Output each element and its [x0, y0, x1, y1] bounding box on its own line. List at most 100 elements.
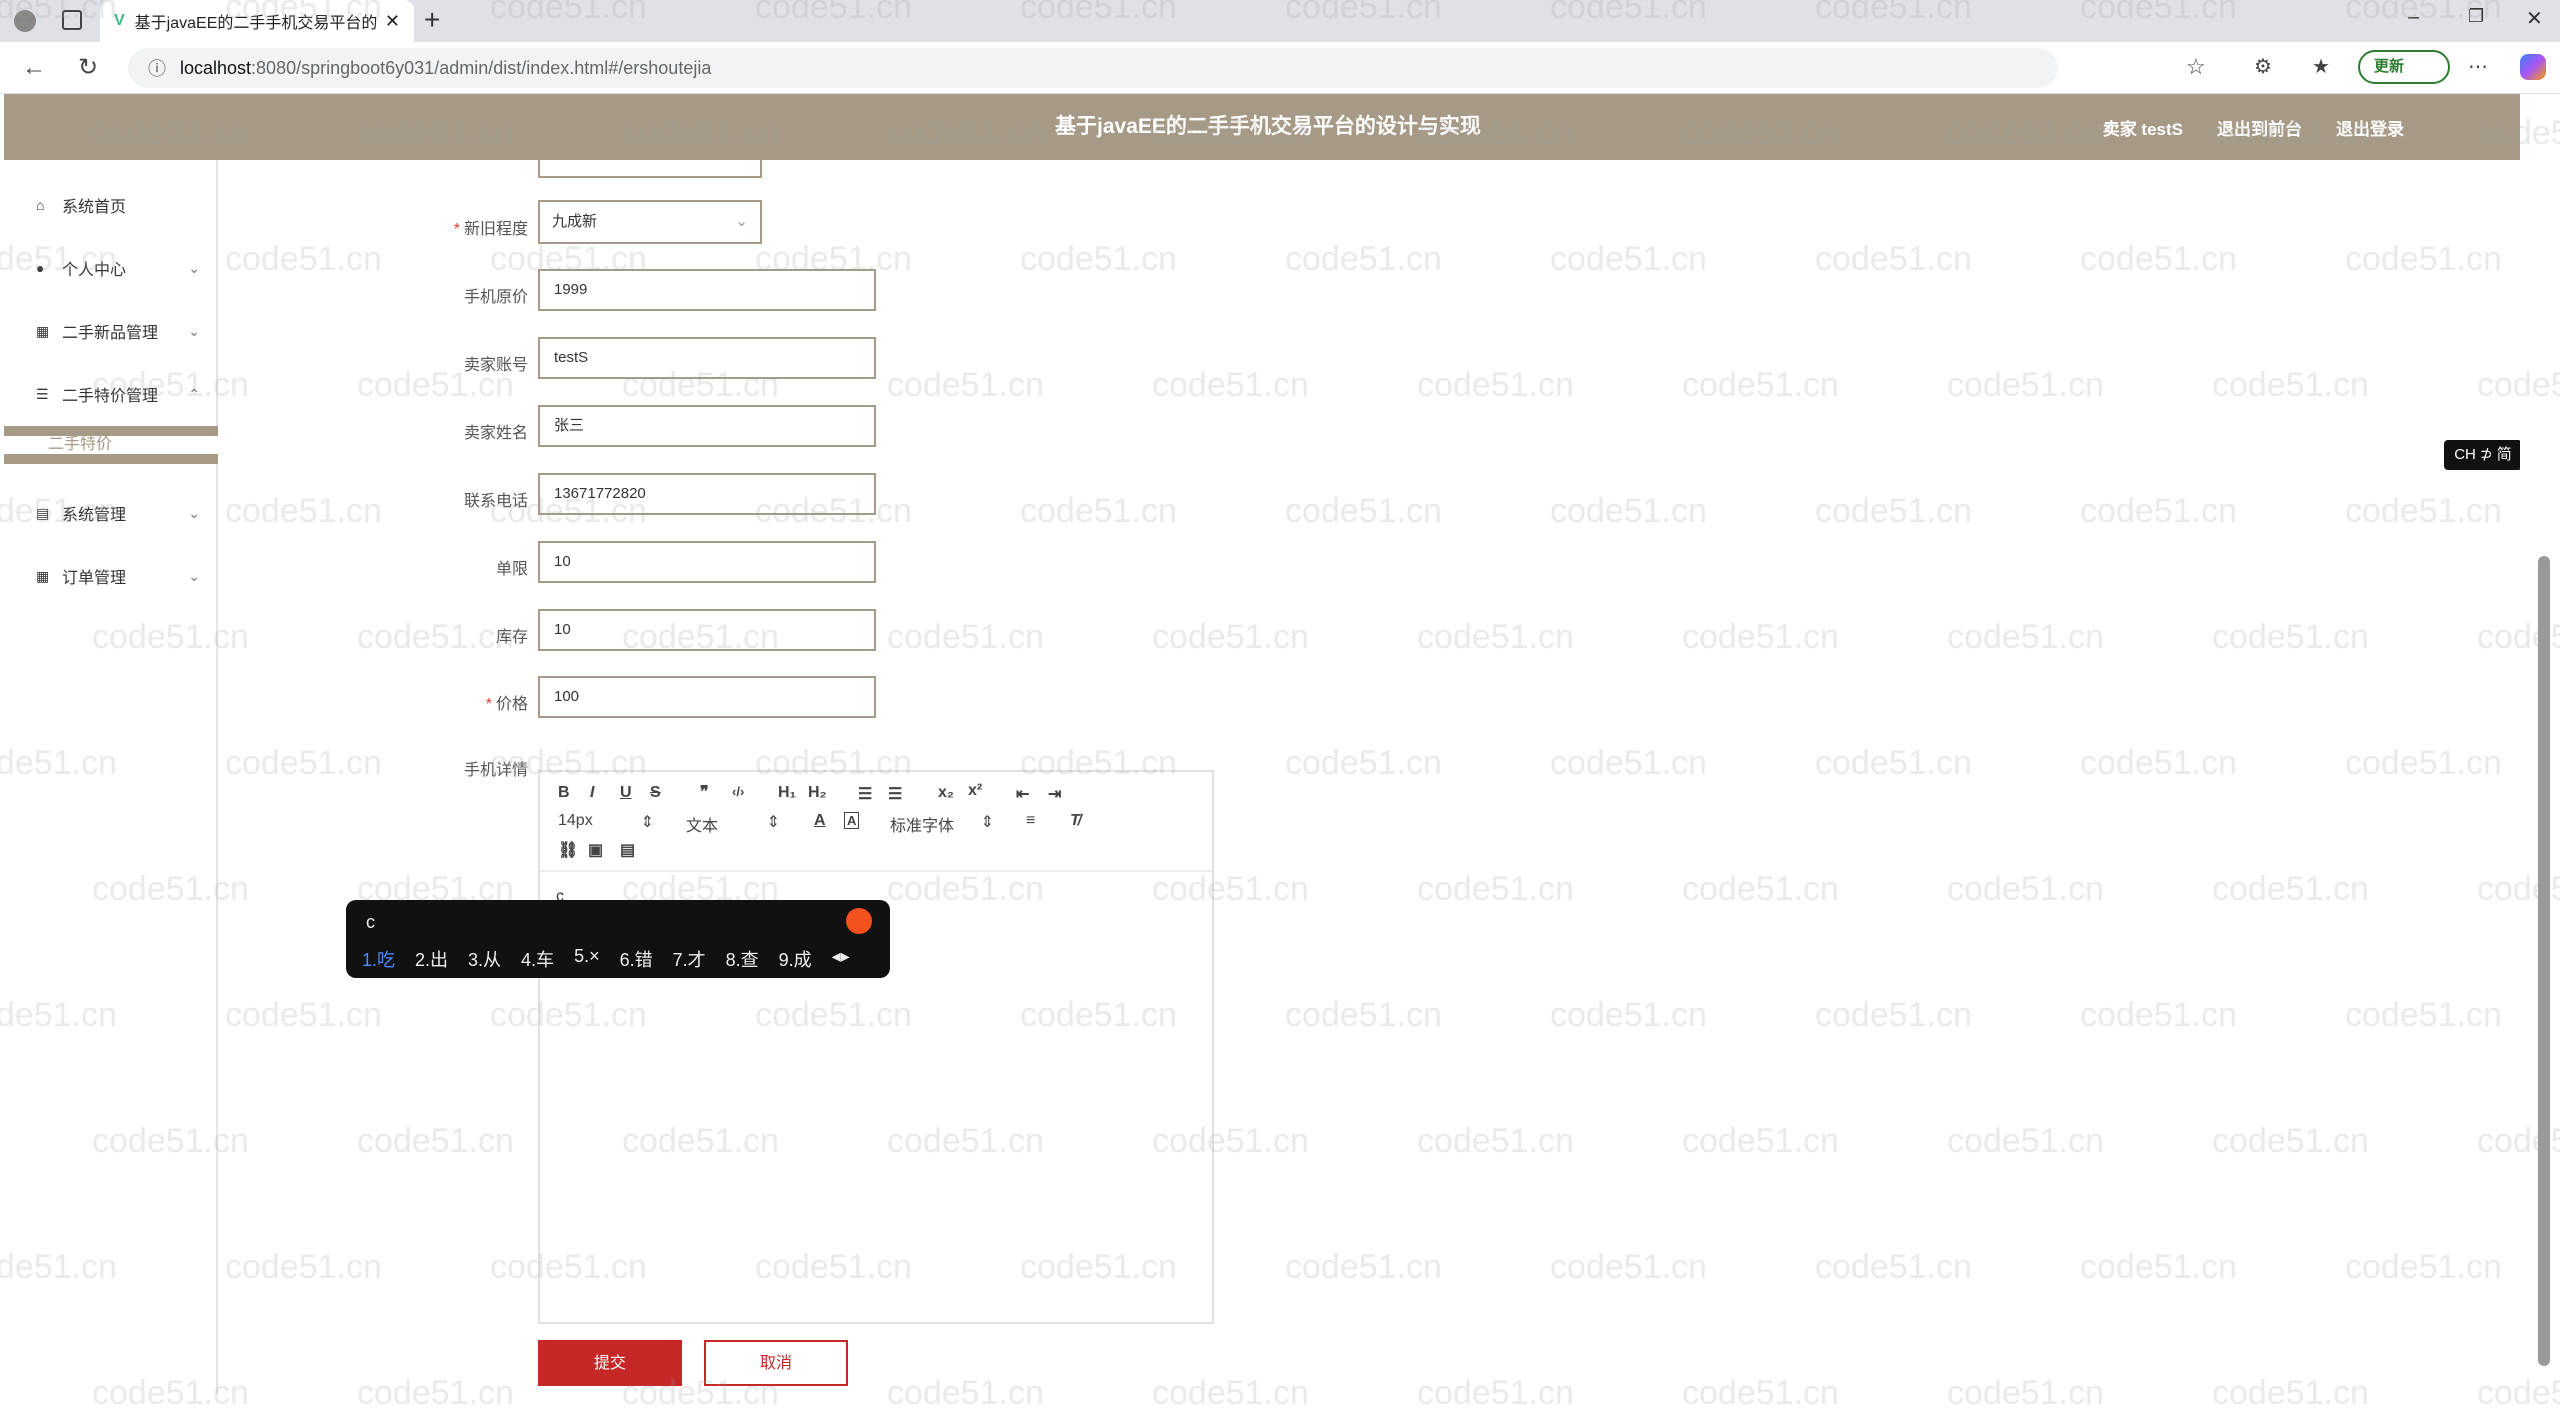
- phone-input[interactable]: 13671772820: [538, 473, 876, 515]
- url-path: :8080/springboot6y031/admin/dist/index.h…: [251, 57, 712, 78]
- condition-select[interactable]: 九成新 ⌄: [538, 200, 762, 244]
- url-field[interactable]: ⓘ localhost:8080/springboot6y031/admin/d…: [128, 48, 2058, 88]
- underline-icon[interactable]: U: [620, 784, 632, 802]
- h2-icon[interactable]: H₂: [808, 784, 827, 802]
- sidebar-item-personal-center[interactable]: ● 个人中心 ⌄: [4, 238, 218, 298]
- strike-icon[interactable]: S: [650, 784, 661, 802]
- favorites-bar-icon[interactable]: ★: [2312, 54, 2330, 79]
- chevron-down-icon: ⌄: [188, 259, 200, 276]
- main-content: * 新旧程度 九成新 ⌄ 手机原价 1999 卖家账号 testS 卖家姓名 张三…: [218, 156, 2520, 1394]
- profile-icon[interactable]: [14, 10, 36, 32]
- tab-actions-icon[interactable]: [62, 10, 82, 30]
- ime-composition: c: [366, 912, 375, 932]
- font-size-select[interactable]: 14px ⇕: [558, 812, 654, 831]
- bold-icon[interactable]: B: [558, 784, 570, 802]
- seller-account-input[interactable]: testS: [538, 337, 876, 379]
- h1-icon[interactable]: H₁: [778, 784, 796, 802]
- link-icon[interactable]: ⛓: [558, 840, 578, 860]
- required-mark: *: [453, 221, 460, 238]
- update-button[interactable]: 更新: [2358, 50, 2450, 84]
- subscript-icon[interactable]: x₂: [938, 784, 954, 802]
- submit-button[interactable]: 提交: [538, 1340, 682, 1386]
- chevron-up-icon: ⌃: [188, 385, 200, 402]
- reload-icon[interactable]: ↻: [72, 52, 104, 84]
- ime-candidate[interactable]: 4.车: [521, 946, 554, 972]
- logout-link[interactable]: 退出登录: [2336, 115, 2404, 140]
- rich-text-editor[interactable]: B I U S ❞ ‹/› H₁ H₂ ☰ ☰ x₂ x² ⇤ ⇥ 14px ⇕ …: [538, 770, 1214, 1324]
- language-indicator[interactable]: CH ⊅ 简: [2444, 440, 2522, 470]
- header-select[interactable]: 文本 ⇕: [686, 812, 780, 836]
- address-bar: ← ↻ ⓘ localhost:8080/springboot6y031/adm…: [0, 42, 2560, 94]
- condition-label: * 新旧程度: [453, 221, 528, 238]
- indent-icon[interactable]: ⇥: [1048, 784, 1061, 804]
- chevron-down-icon: ⌄: [188, 567, 200, 584]
- close-window-icon[interactable]: ✕: [2526, 6, 2543, 31]
- limit-input[interactable]: 10: [538, 541, 876, 583]
- clear-format-icon[interactable]: T̸: [1070, 812, 1080, 830]
- stock-input[interactable]: 10: [538, 609, 876, 651]
- sidebar-subitem-special[interactable]: 二手特价: [4, 426, 218, 464]
- italic-icon[interactable]: I: [590, 784, 594, 802]
- sidebar-item-orders[interactable]: ▦ 订单管理 ⌄: [4, 546, 218, 606]
- ime-candidate[interactable]: 3.从: [468, 946, 501, 972]
- ime-candidate[interactable]: 5.×: [574, 946, 600, 972]
- restore-icon[interactable]: ❐: [2468, 6, 2484, 27]
- sidebar-item-used-new[interactable]: ▦ 二手新品管理 ⌄: [4, 301, 218, 361]
- video-icon[interactable]: ▤: [620, 840, 635, 860]
- font-family-select[interactable]: 标准字体 ⇕: [890, 812, 994, 836]
- sidebar-item-used-special[interactable]: ☰ 二手特价管理 ⌃: [4, 364, 218, 424]
- ime-candidate[interactable]: 9.成: [779, 946, 812, 972]
- home-icon: ⌂: [36, 197, 45, 213]
- grid-icon: ▦: [36, 322, 50, 339]
- cancel-button[interactable]: 取消: [704, 1340, 848, 1386]
- price-input[interactable]: 100: [538, 676, 876, 718]
- chevron-down-icon: ⌄: [735, 213, 748, 230]
- text-color-icon[interactable]: A: [814, 812, 826, 830]
- sidebar-item-label: 订单管理: [62, 570, 127, 587]
- bullet-list-icon[interactable]: ☰: [888, 784, 902, 804]
- extensions-icon[interactable]: ⚙: [2254, 54, 2272, 79]
- info-icon[interactable]: ⓘ: [148, 55, 166, 81]
- ime-candidate[interactable]: 1.吃: [362, 946, 395, 972]
- new-tab-icon[interactable]: +: [424, 4, 440, 36]
- more-menu-icon[interactable]: ⋯: [2468, 54, 2488, 79]
- favorite-icon[interactable]: ☆: [2186, 54, 2206, 80]
- chevron-down-icon: ⌄: [188, 322, 200, 339]
- minimize-icon[interactable]: –: [2408, 6, 2419, 29]
- tab-title: 基于javaEE的二手手机交易平台的: [134, 15, 378, 32]
- ime-page-arrows-icon[interactable]: ◂▸: [832, 946, 850, 972]
- image-icon[interactable]: ▣: [588, 840, 603, 860]
- align-icon[interactable]: ≡: [1026, 812, 1035, 830]
- outdent-icon[interactable]: ⇤: [1016, 784, 1029, 804]
- ime-logo-icon: [846, 908, 872, 934]
- seller-name-input[interactable]: 张三: [538, 405, 876, 447]
- exit-to-front-link[interactable]: 退出到前台: [2217, 115, 2302, 140]
- editor-toolbar: B I U S ❞ ‹/› H₁ H₂ ☰ ☰ x₂ x² ⇤ ⇥ 14px ⇕ …: [540, 772, 1212, 872]
- close-tab-icon[interactable]: ✕: [385, 11, 400, 32]
- phone-label: 联系电话: [463, 493, 528, 510]
- ime-candidate[interactable]: 2.出: [415, 946, 448, 972]
- browser-tab-bar: V 基于javaEE的二手手机交易平台的 ✕ + – ❐ ✕: [0, 0, 2560, 42]
- code-icon[interactable]: ‹/›: [732, 784, 744, 799]
- original-price-input[interactable]: 1999: [538, 269, 876, 311]
- chevron-down-icon: ⌄: [188, 504, 200, 521]
- superscript-icon[interactable]: x²: [968, 782, 982, 800]
- ime-candidate[interactable]: 6.错: [620, 946, 653, 972]
- scrollbar-thumb[interactable]: [2538, 556, 2550, 1366]
- stock-label: 库存: [495, 629, 528, 646]
- back-icon[interactable]: ←: [18, 52, 50, 84]
- ime-candidate[interactable]: 7.才: [673, 946, 706, 972]
- sidebar-item-system[interactable]: ▤ 系统管理 ⌄: [4, 483, 218, 543]
- browser-tab[interactable]: V 基于javaEE的二手手机交易平台的 ✕: [100, 0, 414, 42]
- price-label: * 价格: [485, 696, 528, 713]
- ordered-list-icon[interactable]: ☰: [858, 784, 872, 804]
- ime-candidate[interactable]: 8.查: [726, 946, 759, 972]
- blockquote-icon[interactable]: ❞: [700, 782, 709, 802]
- current-user[interactable]: 卖家 testS: [2103, 115, 2183, 140]
- background-color-icon[interactable]: A: [844, 812, 860, 829]
- seller-account-label: 卖家账号: [463, 357, 528, 374]
- list-icon: ☰: [36, 385, 49, 402]
- copilot-icon[interactable]: [2520, 54, 2546, 80]
- sidebar-item-home[interactable]: ⌂ 系统首页: [4, 175, 218, 235]
- seller-name-label: 卖家姓名: [463, 425, 528, 442]
